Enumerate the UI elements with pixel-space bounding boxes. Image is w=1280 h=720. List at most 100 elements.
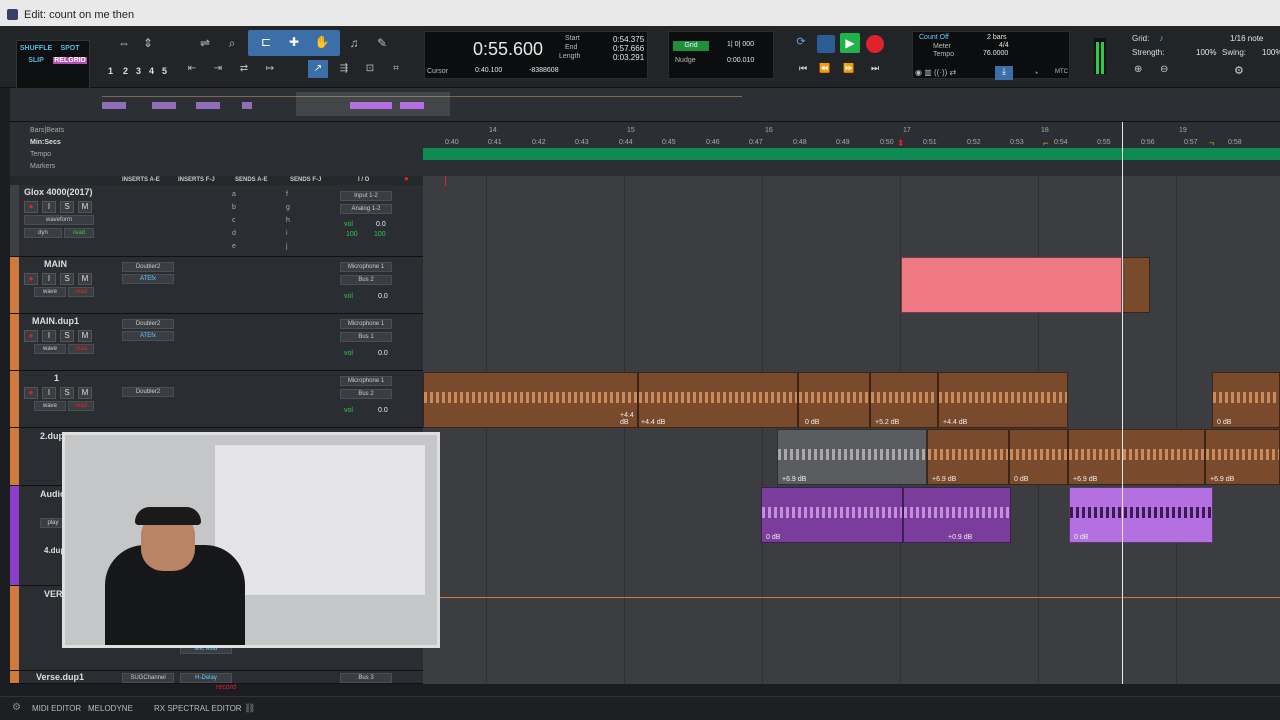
tempo-lane[interactable] [423, 148, 1280, 160]
automation-mode-selector[interactable]: read [64, 228, 94, 238]
rewind-icon[interactable]: ⏪ [816, 63, 834, 81]
end-value[interactable]: 0:57.666 [613, 44, 644, 53]
automation-line[interactable] [423, 597, 1280, 598]
insertion-follows-icon[interactable]: ↦ [260, 60, 280, 78]
pencil-icon[interactable]: ✎ [372, 34, 392, 52]
output-selector[interactable]: Analog 1-2 [340, 204, 392, 214]
send-slot-b[interactable]: b [232, 201, 242, 214]
send-slot-g[interactable]: g [286, 201, 296, 214]
audio-clip[interactable]: 0 dB [1009, 429, 1068, 485]
clip-gain[interactable]: 0 dB [805, 419, 819, 426]
zoom-preset-1[interactable]: 1 [108, 66, 113, 76]
zoomer-icon[interactable]: ⇌ [195, 34, 215, 52]
swing-value[interactable]: 100% [1262, 48, 1280, 57]
clip-gain[interactable]: +6.9 dB [932, 476, 956, 483]
ruler-tempo[interactable]: Tempo [30, 151, 51, 158]
pan-right-value[interactable]: 100 [374, 231, 386, 238]
quantize-grid-value[interactable]: 1/16 note [1230, 34, 1263, 43]
input-monitor-button[interactable]: I [42, 387, 56, 399]
main-counter-value[interactable]: 0:55.600 [473, 39, 543, 60]
send-slot-c[interactable]: c [232, 214, 242, 227]
send-slot-h[interactable]: h [286, 214, 296, 227]
grid-value[interactable]: 1| 0| 000 [727, 41, 754, 48]
tab-icon[interactable]: ⇶ [334, 60, 354, 78]
solo-button[interactable]: S [60, 387, 74, 399]
solo-button[interactable]: S [60, 201, 74, 213]
audio-clip[interactable]: 0 dB [798, 372, 870, 428]
grabber-hand-icon[interactable]: ✋ [312, 33, 332, 51]
track-view-selector[interactable]: wave [34, 287, 66, 297]
audio-clip[interactable]: 0 dB [1212, 372, 1280, 428]
audio-clip[interactable] [901, 257, 1122, 313]
smart-tool-icon[interactable]: ✚ [284, 33, 304, 51]
link-icon[interactable]: ⛓ [244, 703, 255, 714]
scrubber-icon[interactable]: ♫ [344, 34, 364, 52]
send-slot-a[interactable]: a [232, 188, 242, 201]
volume-value[interactable]: 0.0 [378, 293, 388, 300]
clip-gain[interactable]: 0 dB [1217, 419, 1231, 426]
output-selector[interactable]: Bus 3 [340, 673, 392, 683]
solo-button[interactable]: S [60, 330, 74, 342]
output-selector[interactable]: Bus 2 [340, 389, 392, 399]
go-to-end-icon[interactable]: ⏭ [866, 63, 884, 81]
grid-label[interactable]: Grid [673, 41, 709, 51]
track-name[interactable]: 1 [54, 373, 59, 383]
zoom-preset-3[interactable]: 3 [136, 66, 141, 76]
shuffle-mode-button[interactable]: SHUFFLE [19, 45, 53, 52]
zoom-in-icon[interactable]: ⊕ [1134, 64, 1148, 76]
audio-clip[interactable]: +6.9 dB [1205, 429, 1280, 485]
selection-end-marker-icon[interactable]: ¬ [1209, 138, 1214, 148]
insert-slot[interactable]: SUGChannel [122, 673, 174, 683]
audio-clip[interactable]: +6.9 dB [927, 429, 1009, 485]
clip-gain[interactable]: +5.2 dB [875, 419, 899, 426]
audio-clip[interactable]: 0 dB [1069, 487, 1213, 543]
nudge-value[interactable]: 0:00.010 [727, 57, 754, 64]
clip-gain[interactable]: +6.9 dB [1073, 476, 1097, 483]
solo-button[interactable]: S [60, 273, 74, 285]
transport-tools-icons[interactable]: ◉ ▥ ((·)) ⇄ [915, 68, 956, 77]
clip-gain[interactable]: 0 dB [1074, 534, 1088, 541]
send-slot-i[interactable]: i [286, 227, 296, 240]
audio-clip[interactable]: +4.4 dB [938, 372, 1068, 428]
automation-mode-selector[interactable]: read [68, 344, 94, 354]
ruler-min-secs[interactable]: Min:Secs [30, 139, 61, 146]
insert-slot[interactable]: H-Delay [180, 673, 232, 683]
record-enable-button[interactable]: ● [24, 330, 38, 342]
audio-clip[interactable]: +0.9 dB [903, 487, 1011, 543]
midi-editor-tab[interactable]: MIDI EDITOR [32, 704, 81, 713]
insert-slot[interactable]: Doubler2 [122, 262, 174, 272]
record-enable-button[interactable]: ● [24, 201, 38, 213]
count-off-label[interactable]: Count Off [919, 34, 949, 41]
input-selector[interactable]: Input 1-2 [340, 191, 392, 201]
input-monitor-button[interactable]: I [42, 273, 56, 285]
audio-clip[interactable]: +5.2 dB [870, 372, 938, 428]
tempo-value[interactable]: 76.0000 [983, 50, 1008, 57]
track-view-selector[interactable]: waveform [24, 215, 94, 225]
send-slot-e[interactable]: e [232, 240, 242, 253]
clip-gain[interactable]: +6.9 dB [782, 476, 806, 483]
input-selector[interactable]: Microphone 1 [340, 262, 392, 272]
automation-mode-selector[interactable]: read [68, 287, 94, 297]
audio-clip[interactable] [1122, 257, 1150, 313]
melodyne-tab[interactable]: MELODYNE [88, 704, 133, 713]
insert-slot[interactable]: Doubler2 [122, 319, 174, 329]
insert-slot[interactable]: ATEfx [122, 331, 174, 341]
zoom-preset-4[interactable]: 4 [149, 66, 154, 76]
insert-slot[interactable]: ATEfx [122, 274, 174, 284]
ruler-markers[interactable]: Markers [30, 163, 55, 170]
link-track-icon[interactable]: ⇄ [234, 60, 254, 78]
input-selector[interactable]: Microphone 1 [340, 319, 392, 329]
track-mode-selector[interactable]: dyn [24, 228, 62, 238]
length-value[interactable]: 0:03.291 [613, 53, 644, 62]
input-selector[interactable]: Microphone 1 [340, 376, 392, 386]
automation-mode-selector[interactable]: read [68, 401, 94, 411]
zoom-out-icon[interactable]: ⊖ [1160, 64, 1174, 76]
search-icon[interactable]: ⌕ [222, 34, 242, 52]
clip-gain[interactable]: +4.4 dB [943, 419, 967, 426]
mirror-midi-icon[interactable]: ↗ [308, 60, 328, 78]
insert-slot[interactable]: Doubler2 [122, 387, 174, 397]
mute-button[interactable]: M [78, 201, 92, 213]
loop-icon[interactable]: ⟳ [792, 35, 810, 53]
record-enable-button[interactable]: ● [24, 387, 38, 399]
rewind-to-start-icon[interactable]: ⏮ [794, 63, 812, 81]
